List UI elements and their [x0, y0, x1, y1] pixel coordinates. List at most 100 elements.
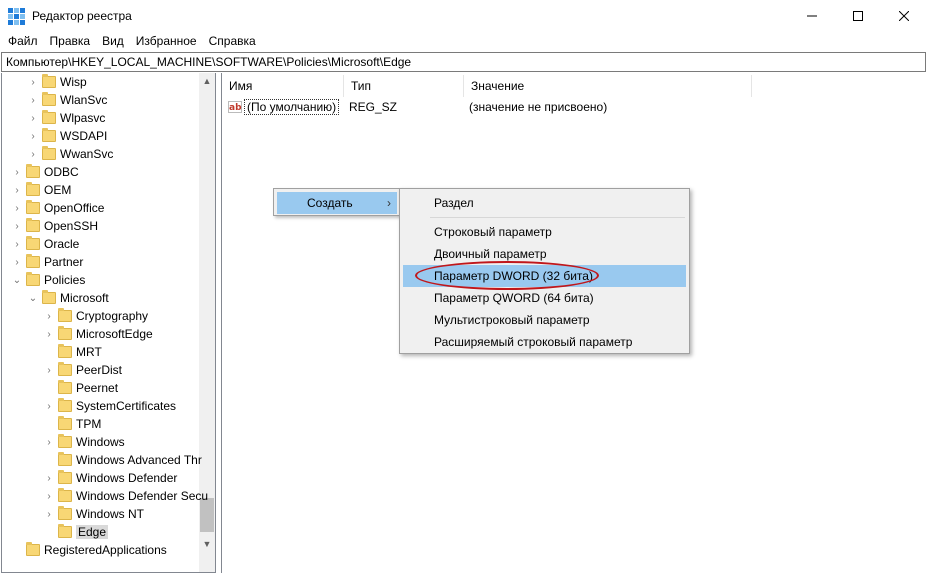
list-header: Имя Тип Значение	[222, 75, 752, 97]
column-value[interactable]: Значение	[464, 75, 752, 97]
tree-item[interactable]: › WSDAPI	[28, 127, 107, 145]
folder-icon	[26, 218, 40, 232]
folder-icon	[42, 290, 56, 304]
chevron-right-icon[interactable]: ›	[12, 199, 22, 217]
maximize-button[interactable]	[835, 0, 881, 31]
tree-item-label: Cryptography	[76, 309, 149, 323]
tree-item[interactable]: › MicrosoftEdge	[44, 325, 153, 343]
tree-item[interactable]: Windows Advanced Thr	[44, 451, 202, 469]
submenu-item-multistring[interactable]: Мультистроковый параметр	[403, 309, 686, 331]
chevron-down-icon[interactable]: ⌄	[12, 271, 22, 289]
menu-edit[interactable]: Правка	[44, 34, 97, 48]
chevron-right-icon[interactable]: ›	[28, 145, 38, 163]
tree-item-label: OEM	[44, 183, 72, 197]
tree-item[interactable]: › Wisp	[28, 73, 87, 91]
string-value-icon: ab	[228, 101, 242, 113]
tree-item[interactable]: MRT	[44, 343, 102, 361]
tree-item[interactable]: › OEM	[12, 181, 71, 199]
folder-icon	[58, 506, 72, 520]
chevron-right-icon	[44, 451, 54, 469]
chevron-right-icon[interactable]: ›	[44, 433, 54, 451]
tree-item[interactable]: › OpenSSH	[12, 217, 98, 235]
tree-item[interactable]: Peernet	[44, 379, 118, 397]
chevron-right-icon[interactable]: ›	[44, 397, 54, 415]
menu-help[interactable]: Справка	[203, 34, 262, 48]
tree-item-label: Windows Defender	[76, 471, 178, 485]
registry-editor-icon	[8, 7, 25, 25]
chevron-right-icon[interactable]: ›	[28, 91, 38, 109]
tree-item[interactable]: ⌄ Microsoft	[28, 289, 109, 307]
chevron-right-icon[interactable]: ›	[12, 253, 22, 271]
context-menu: Создать ›	[273, 188, 401, 216]
submenu-item-binary[interactable]: Двоичный параметр	[403, 243, 686, 265]
tree-item-label: Wlpasvc	[60, 111, 106, 125]
registry-tree[interactable]: ▲ ▼ › Wisp › WlanSvc › Wlpasvc › WSDAPI › WwanSvc…	[1, 73, 216, 573]
tree-item-label: Windows Advanced Thr	[76, 453, 202, 467]
submenu-item-expandable-string[interactable]: Расширяемый строковый параметр	[403, 331, 686, 353]
folder-icon	[58, 524, 72, 538]
tree-item[interactable]: › Cryptography	[44, 307, 148, 325]
column-name[interactable]: Имя	[222, 75, 344, 97]
chevron-right-icon[interactable]: ›	[44, 505, 54, 523]
chevron-right-icon	[44, 415, 54, 433]
tree-item[interactable]: › Oracle	[12, 235, 79, 253]
folder-icon	[26, 236, 40, 250]
menu-file[interactable]: Файл	[2, 34, 44, 48]
tree-item[interactable]: › WlanSvc	[28, 91, 107, 109]
chevron-right-icon[interactable]: ›	[44, 325, 54, 343]
submenu-item-qword[interactable]: Параметр QWORD (64 бита)	[403, 287, 686, 309]
tree-item[interactable]: › SystemCertificates	[44, 397, 176, 415]
tree-item-label: Oracle	[44, 237, 80, 251]
tree-item[interactable]: Edge	[44, 523, 109, 541]
tree-item[interactable]: › Partner	[12, 253, 83, 271]
folder-icon	[26, 272, 40, 286]
tree-item[interactable]: › ODBC	[12, 163, 79, 181]
chevron-right-icon[interactable]: ›	[44, 469, 54, 487]
title-bar: Редактор реестра	[0, 0, 927, 31]
list-row[interactable]: ab (По умолчанию) REG_SZ (значение не пр…	[222, 97, 607, 117]
tree-item[interactable]: RegisteredApplications	[12, 541, 167, 559]
tree-item[interactable]: › Windows	[44, 433, 125, 451]
tree-item[interactable]: › Windows Defender	[44, 469, 177, 487]
chevron-right-icon[interactable]: ›	[44, 487, 54, 505]
chevron-right-icon[interactable]: ›	[12, 217, 22, 235]
minimize-button[interactable]	[789, 0, 835, 31]
menu-favorites[interactable]: Избранное	[130, 34, 203, 48]
tree-item[interactable]: › Windows NT	[44, 505, 144, 523]
tree-item[interactable]: › Windows Defender Secu	[44, 487, 208, 505]
submenu-item-string[interactable]: Строковый параметр	[403, 221, 686, 243]
chevron-right-icon[interactable]: ›	[12, 235, 22, 253]
context-menu-create[interactable]: Создать ›	[277, 192, 397, 214]
column-type[interactable]: Тип	[344, 75, 464, 97]
folder-icon	[58, 434, 72, 448]
chevron-right-icon[interactable]: ›	[12, 163, 22, 181]
close-button[interactable]	[881, 0, 927, 31]
tree-item[interactable]: › WwanSvc	[28, 145, 113, 163]
address-bar[interactable]: Компьютер\HKEY_LOCAL_MACHINE\SOFTWARE\Po…	[1, 52, 926, 72]
chevron-down-icon[interactable]: ⌄	[28, 289, 38, 307]
scroll-down-icon[interactable]: ▼	[199, 536, 215, 552]
folder-icon	[58, 470, 72, 484]
tree-item-label: Windows Defender Secu	[76, 489, 209, 503]
chevron-right-icon[interactable]: ›	[12, 181, 22, 199]
submenu-item-dword[interactable]: Параметр DWORD (32 бита)	[403, 265, 686, 287]
tree-item[interactable]: ⌄ Policies	[12, 271, 85, 289]
chevron-right-icon[interactable]: ›	[28, 73, 38, 91]
chevron-right-icon[interactable]: ›	[28, 127, 38, 145]
scroll-up-icon[interactable]: ▲	[199, 73, 215, 89]
chevron-right-icon	[12, 541, 22, 559]
tree-item-label: Edge	[76, 525, 109, 539]
chevron-right-icon[interactable]: ›	[44, 307, 54, 325]
tree-item[interactable]: › Wlpasvc	[28, 109, 105, 127]
menu-view[interactable]: Вид	[96, 34, 130, 48]
folder-icon	[26, 200, 40, 214]
folder-icon	[42, 128, 56, 142]
tree-item[interactable]: TPM	[44, 415, 101, 433]
tree-item[interactable]: › PeerDist	[44, 361, 122, 379]
maximize-icon	[853, 10, 863, 21]
chevron-right-icon[interactable]: ›	[28, 109, 38, 127]
chevron-right-icon[interactable]: ›	[44, 361, 54, 379]
folder-icon	[58, 344, 72, 358]
submenu-item-key[interactable]: Раздел	[403, 192, 686, 214]
tree-item[interactable]: › OpenOffice	[12, 199, 104, 217]
